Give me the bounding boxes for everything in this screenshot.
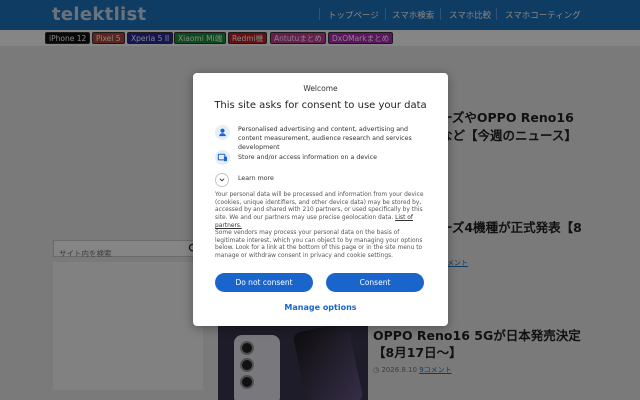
device-icon <box>215 150 230 165</box>
do-not-consent-button[interactable]: Do not consent <box>215 273 313 292</box>
person-icon <box>215 125 230 140</box>
dialog-title: This site asks for consent to use your d… <box>214 100 427 111</box>
consent-dialog: Welcome This site asks for consent to us… <box>193 73 448 326</box>
purpose-text: Personalised advertising and content, ad… <box>238 126 412 151</box>
purpose-text: Store and/or access information on a dev… <box>238 154 378 161</box>
consent-paragraph-text: Your personal data will be processed and… <box>215 192 424 222</box>
dialog-welcome: Welcome <box>303 84 338 93</box>
learn-more-label[interactable]: Learn more <box>238 175 274 182</box>
legitimate-interest-paragraph: Some vendors may process your personal d… <box>215 230 423 260</box>
consent-paragraph: Your personal data will be processed and… <box>215 192 427 231</box>
consent-button[interactable]: Consent <box>326 273 424 292</box>
chevron-down-icon[interactable] <box>215 173 229 187</box>
manage-options-button[interactable]: Manage options <box>193 303 448 312</box>
